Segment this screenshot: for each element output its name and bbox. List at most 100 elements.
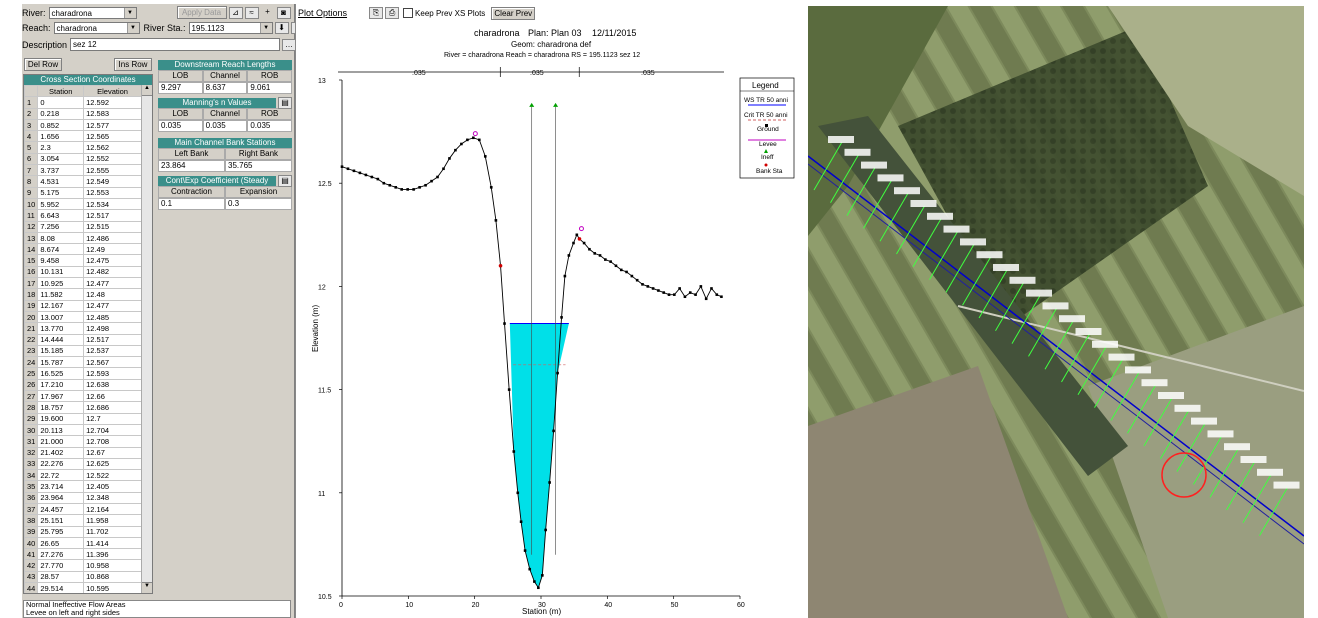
table-row[interactable]: 10 5.952 12.534 [24,197,142,211]
table-row[interactable]: 3 0.852 12.577 [24,118,142,132]
station-cell[interactable]: 28.57 [37,570,85,584]
station-cell[interactable]: 15.787 [37,356,85,369]
table-row[interactable]: 7 3.737 12.555 [24,164,142,177]
table-row[interactable]: 2 0.218 12.583 [24,107,142,120]
keep-prev-checkbox[interactable] [403,8,414,18]
river-sta-combo[interactable]: 195.1123 ▼ [188,22,273,34]
clear-prev-button[interactable]: Clear Prev [491,6,536,20]
station-cell[interactable]: 21.000 [37,435,85,448]
elevation-cell[interactable]: 12.348 [83,491,142,504]
station-cell[interactable]: 25.795 [37,525,85,538]
table-row[interactable]: 14 8.674 12.49 [24,243,142,256]
elevation-cell[interactable]: 12.704 [83,423,142,437]
table-row[interactable]: 34 22.72 12.522 [24,469,142,482]
elevation-cell[interactable]: 12.577 [83,118,142,132]
table-row[interactable]: 36 23.964 12.348 [24,491,142,504]
river-combo[interactable]: charadrona ▼ [48,6,137,19]
station-cell[interactable]: 7.256 [37,220,85,233]
coef-options-icon[interactable]: ▤ [278,175,292,187]
table-row[interactable]: 27 17.967 12.66 [24,390,142,403]
station-cell[interactable]: 8.674 [37,243,85,256]
table-row[interactable]: 32 21.402 12.67 [24,446,142,459]
elevation-cell[interactable]: 12.517 [83,333,142,346]
elevation-cell[interactable]: 12.593 [83,367,142,380]
station-cell[interactable]: 8.08 [37,231,85,245]
elevation-cell[interactable]: 12.638 [83,378,142,392]
table-row[interactable]: 43 28.57 10.868 [24,570,142,584]
table-row[interactable]: 26 17.210 12.638 [24,378,142,392]
arrow-down-icon[interactable]: ⬇ [274,22,289,34]
ins-row-button[interactable]: Ins Row [114,58,152,71]
table-row[interactable]: 13 8.08 12.486 [24,231,142,245]
elevation-cell[interactable]: 12.49 [83,243,142,256]
station-cell[interactable]: 0.852 [37,118,85,132]
mn-lob-field[interactable]: 0.035 [158,120,203,132]
table-row[interactable]: 41 27.276 11.396 [24,548,142,561]
elevation-cell[interactable]: 10.868 [83,570,142,584]
elevation-cell[interactable]: 12.625 [83,457,142,471]
station-cell[interactable]: 25.151 [37,514,85,527]
station-cell[interactable]: 12.167 [37,299,85,312]
elevation-cell[interactable]: 12.482 [83,265,142,279]
elevation-cell[interactable]: 12.48 [83,288,142,301]
station-cell[interactable]: 17.210 [37,378,85,392]
station-cell[interactable]: 29.514 [37,582,85,593]
add-icon[interactable]: + [261,7,275,19]
rl-channel-field[interactable]: 8.637 [202,82,248,94]
mn-channel-field[interactable]: 0.035 [202,120,248,132]
elevation-cell[interactable]: 12.555 [83,164,142,177]
table-row[interactable]: 35 23.714 12.405 [24,480,142,493]
elevation-cell[interactable]: 12.515 [83,220,142,233]
station-cell[interactable]: 0.218 [37,107,85,120]
table-row[interactable]: 38 25.151 11.958 [24,514,142,527]
expansion-field[interactable]: 0.3 [225,198,292,210]
del-row-button[interactable]: Del Row [24,58,62,71]
vertical-scrollbar[interactable]: ▲ ▼ [141,85,152,593]
elevation-cell[interactable]: 12.537 [83,344,142,358]
table-row[interactable]: 22 14.444 12.517 [24,333,142,346]
table-row[interactable]: 29 19.600 12.7 [24,412,142,425]
elevation-cell[interactable]: 12.522 [83,469,142,482]
elevation-cell[interactable]: 12.549 [83,175,142,188]
station-cell[interactable]: 24.457 [37,502,85,516]
station-cell[interactable]: 23.964 [37,491,85,504]
reach-combo[interactable]: charadrona ▼ [53,22,140,34]
station-cell[interactable]: 19.600 [37,412,85,425]
scroll-down-icon[interactable]: ▼ [142,582,152,593]
elevation-cell[interactable]: 12.477 [83,277,142,290]
elevation-cell[interactable]: 10.958 [83,559,142,572]
table-row[interactable]: 40 26.65 11.414 [24,536,142,550]
table-row[interactable]: 17 10.925 12.477 [24,277,142,290]
station-cell[interactable]: 15.185 [37,344,85,358]
table-row[interactable]: 8 4.531 12.549 [24,175,142,188]
station-cell[interactable]: 1.656 [37,130,85,143]
elevation-cell[interactable]: 12.583 [83,107,142,120]
table-row[interactable]: 15 9.458 12.475 [24,254,142,267]
elevation-cell[interactable]: 12.534 [83,197,142,211]
elevation-cell[interactable]: 12.592 [83,96,142,109]
station-cell[interactable]: 9.458 [37,254,85,267]
rl-lob-field[interactable]: 9.297 [158,82,203,94]
elevation-cell[interactable]: 12.553 [83,186,142,199]
left-bank-field[interactable]: 23.864 [158,160,225,172]
elevation-cell[interactable]: 12.686 [83,401,142,414]
table-row[interactable]: 18 11.582 12.48 [24,288,142,301]
elevation-cell[interactable]: 12.7 [83,412,142,425]
station-cell[interactable]: 14.444 [37,333,85,346]
station-cell[interactable]: 10.131 [37,265,85,279]
elevation-cell[interactable]: 12.67 [83,446,142,459]
right-bank-field[interactable]: 35.765 [225,160,292,172]
table-row[interactable]: 33 22.276 12.625 [24,457,142,471]
station-cell[interactable]: 5.175 [37,186,85,199]
elevation-cell[interactable]: 12.567 [83,356,142,369]
table-row[interactable]: 23 15.185 12.537 [24,344,142,358]
plot-wide-icon[interactable]: ≈ [244,6,259,19]
station-cell[interactable]: 18.757 [37,401,85,414]
table-row[interactable]: 6 3.054 12.552 [24,152,142,166]
plot-xs-icon[interactable]: ⊿ [228,6,243,19]
table-row[interactable]: 30 20.113 12.704 [24,423,142,437]
station-cell[interactable]: 13.007 [37,310,85,324]
manning-options-icon[interactable]: ▤ [278,97,292,109]
table-row[interactable]: 28 18.757 12.686 [24,401,142,414]
table-row[interactable]: 42 27.770 10.958 [24,559,142,572]
